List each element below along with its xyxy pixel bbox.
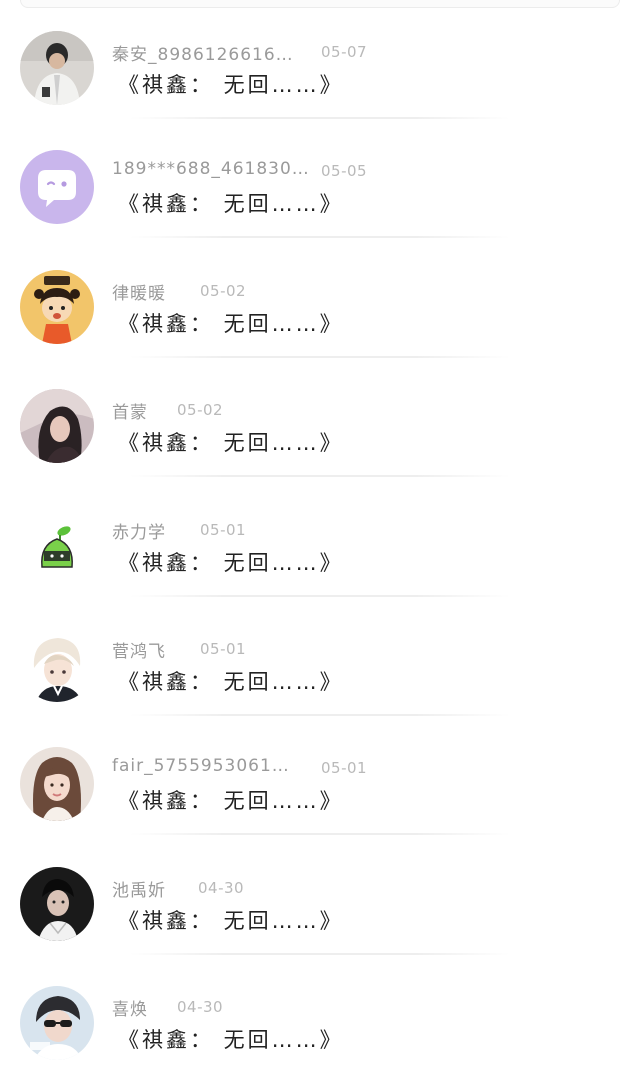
message-preview: 《祺鑫： 无回……》 [118, 670, 344, 694]
green-sprout-mascot-icon [20, 509, 94, 583]
avatar[interactable] [20, 509, 94, 583]
list-item[interactable]: 首蒙 05-02 《祺鑫： 无回……》 [0, 358, 640, 477]
message-date: 05-05 [321, 162, 368, 180]
message-preview: 《祺鑫： 无回……》 [118, 551, 344, 575]
list-item[interactable]: 菅鸿飞 05-01 《祺鑫： 无回……》 [0, 597, 640, 716]
message-date: 05-07 [321, 43, 368, 61]
message-date: 05-02 [200, 282, 247, 300]
contact-name: 池禹妡 [112, 881, 166, 901]
purple-chat-bubble-icon [20, 150, 94, 224]
avatar[interactable] [20, 747, 94, 821]
message-preview: 《祺鑫： 无回……》 [118, 73, 344, 97]
boy-dark-portrait-icon [20, 867, 94, 941]
contact-name: 菅鸿飞 [112, 642, 166, 662]
contact-name: 律暖暖 [112, 284, 166, 304]
avatar[interactable] [20, 31, 94, 105]
list-item[interactable]: 秦安_8986126616… 05-07 《祺鑫： 无回……》 [0, 0, 640, 119]
divider [130, 475, 510, 477]
contact-name: fair_5755953061… [112, 756, 290, 776]
message-date: 05-01 [200, 521, 247, 539]
contact-name: 喜焕 [112, 1000, 148, 1020]
girl-portrait-icon [20, 747, 94, 821]
list-item[interactable]: 赤力学 05-01 《祺鑫： 无回……》 [0, 478, 640, 597]
list-item[interactable]: fair_5755953061… 05-01 《祺鑫： 无回……》 [0, 716, 640, 835]
message-preview: 《祺鑫： 无回……》 [118, 1028, 344, 1052]
avatar[interactable] [20, 628, 94, 702]
message-preview: 《祺鑫： 无回……》 [118, 909, 344, 933]
cartoon-girl-orange-icon [20, 270, 94, 344]
contact-name: 189***688_461830… [112, 159, 310, 179]
contact-name: 赤力学 [112, 523, 166, 543]
dark-hair-girl-icon [20, 389, 94, 463]
anime-boy-icon [20, 628, 94, 702]
avatar[interactable] [20, 389, 94, 463]
list-item[interactable]: 189***688_461830… 05-05 《祺鑫： 无回……》 [0, 119, 640, 238]
message-preview: 《祺鑫： 无回……》 [118, 431, 344, 455]
avatar[interactable] [20, 270, 94, 344]
list-item[interactable]: 律暖暖 05-02 《祺鑫： 无回……》 [0, 239, 640, 358]
list-item[interactable]: 喜焕 04-30 《祺鑫： 无回……》 [0, 955, 640, 1068]
message-date: 04-30 [177, 998, 224, 1016]
message-date: 04-30 [198, 879, 245, 897]
avatar[interactable] [20, 867, 94, 941]
message-preview: 《祺鑫： 无回……》 [118, 789, 344, 813]
message-date: 05-02 [177, 401, 224, 419]
message-date: 05-01 [200, 640, 247, 658]
avatar[interactable] [20, 150, 94, 224]
contact-name: 首蒙 [112, 403, 148, 423]
divider [130, 236, 510, 238]
message-date: 05-01 [321, 759, 368, 777]
message-preview: 《祺鑫： 无回……》 [118, 312, 344, 336]
message-preview: 《祺鑫： 无回……》 [118, 192, 344, 216]
boy-sunglasses-icon [20, 986, 94, 1060]
divider [130, 833, 510, 835]
contact-name: 秦安_8986126616… [112, 45, 294, 65]
person-white-jacket-icon [20, 31, 94, 105]
avatar[interactable] [20, 986, 94, 1060]
list-item[interactable]: 池禹妡 04-30 《祺鑫： 无回……》 [0, 836, 640, 955]
